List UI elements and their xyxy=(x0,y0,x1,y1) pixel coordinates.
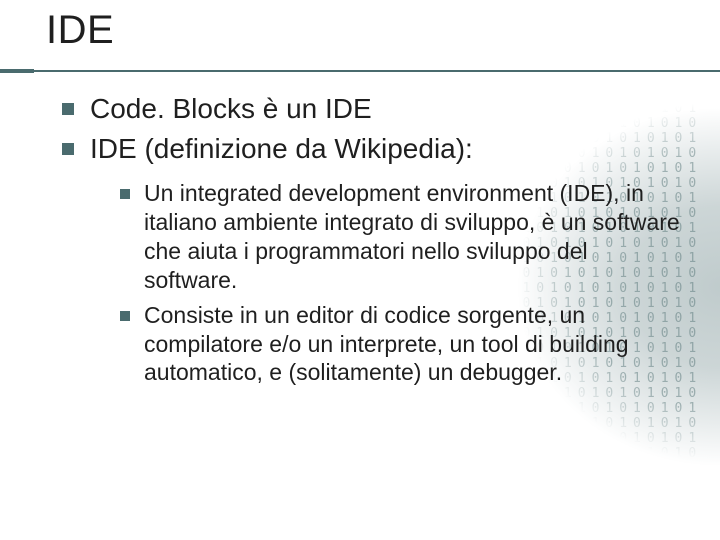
content-area: Code. Blocks è un IDE IDE (definizione d… xyxy=(0,59,720,387)
bullet-list-level2: Un integrated development environment (I… xyxy=(90,179,680,388)
list-item: Un integrated development environment (I… xyxy=(120,179,680,295)
list-item: Consiste in un editor di codice sorgente… xyxy=(120,301,680,388)
title-area: IDE xyxy=(0,0,720,59)
list-item-text: Code. Blocks è un IDE xyxy=(90,93,372,124)
list-item-text: Un integrated development environment (I… xyxy=(144,180,680,293)
list-item-text: IDE (definizione da Wikipedia): xyxy=(90,133,473,164)
slide-title: IDE xyxy=(46,8,720,53)
list-item: Code. Blocks è un IDE xyxy=(62,91,680,127)
slide: 1010101010101010101010 01010101010101010… xyxy=(0,0,720,540)
list-item: IDE (definizione da Wikipedia): Un integ… xyxy=(62,131,680,388)
bullet-list-level1: Code. Blocks è un IDE IDE (definizione d… xyxy=(62,91,680,387)
list-item-text: Consiste in un editor di codice sorgente… xyxy=(144,302,629,386)
